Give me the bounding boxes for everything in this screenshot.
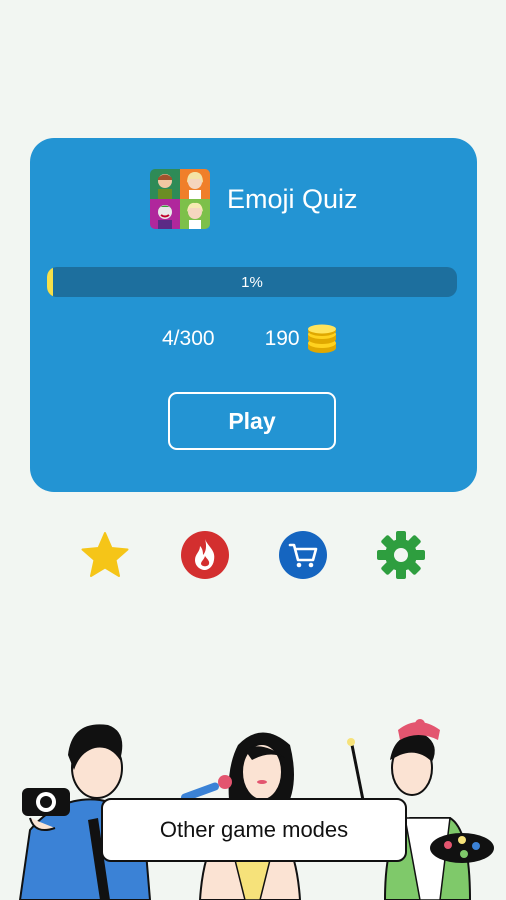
settings-button[interactable]: [376, 530, 426, 580]
play-button[interactable]: Play: [168, 392, 336, 450]
shop-button[interactable]: [278, 530, 328, 580]
progress-bar: 1%: [47, 267, 457, 297]
favorites-button[interactable]: [80, 530, 130, 580]
fire-icon: [181, 531, 229, 579]
stats-row: 4/300 190: [162, 324, 338, 354]
action-bar: [80, 530, 430, 580]
app-portrait-grid-icon: [150, 169, 210, 229]
coin-balance: 190: [265, 324, 338, 354]
game-card: Emoji Quiz 1% 4/300 190 Play: [30, 138, 477, 492]
level-count: 4/300: [162, 327, 215, 350]
other-game-modes-button[interactable]: Other game modes: [101, 798, 407, 862]
gear-icon: [377, 531, 425, 579]
title-row: Emoji Quiz: [150, 169, 358, 229]
coins-icon: [307, 324, 336, 353]
cart-icon: [279, 531, 327, 579]
coin-count: 190: [264, 327, 300, 350]
progress-label: 1%: [241, 273, 263, 291]
hot-button[interactable]: [180, 530, 230, 580]
app-title: Emoji Quiz: [227, 183, 358, 214]
star-icon: [81, 532, 129, 577]
